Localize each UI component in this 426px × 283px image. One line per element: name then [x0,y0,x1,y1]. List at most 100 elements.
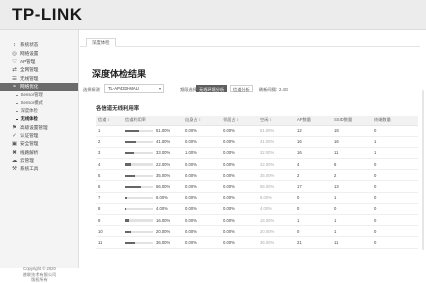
sidebar-item-behavior[interactable]: ✖ 线路解析 [0,149,78,157]
cell-utilization: 41.00% [123,136,183,147]
cell-self: 0.00% [185,139,197,145]
cell-self: 0.00% [185,239,197,245]
cell-idle: 51.00% [260,128,275,134]
cell-idle: 16.00% [260,217,275,223]
cell-neighbor: 0.00% [223,161,235,167]
sidebar-subitem[interactable]: 无线体检 [0,115,78,123]
sidebar-item-cloud[interactable]: ☁ 云管理 [0,157,78,165]
sidebar-subitem[interactable]: Sensor管理 [0,91,78,99]
utilization-bar-fill [125,129,140,133]
sidebar-item-advanced[interactable]: ⚑ 高级设置管理 [0,123,78,131]
sidebar-item-switch[interactable]: ⇄ 全网管理 [0,66,78,74]
utilization-bar-fill [125,185,141,189]
cell-idle: 41.00% [260,139,275,145]
sidebar-item-label: 高级设置管理 [20,124,48,130]
cell-self: 0.00% [185,184,197,190]
table-row: 10 20.00% 0.00% 0.00% 20.00% 0 1 0 [96,226,418,237]
cell-client-count: 0 [374,217,377,223]
cell-ap-count: 12 [297,128,302,134]
utilization-bar [125,197,153,200]
cell-self: 0.00% [185,161,197,167]
cell-channel: 3 [98,150,101,156]
cell-ssid-count: 2 [334,172,337,178]
utilization-value: 36.00% [156,239,171,245]
sensor-select-value: TL-AP433I-MAU [108,86,139,91]
sidebar-item-label: 全网管理 [20,67,39,73]
cell-channel: 9 [98,217,101,223]
filter-bar: 选择探测 TL-AP433I-MAU ▾ 频段选择 无线环境分析 信道分析 刷新… [83,84,383,94]
cell-ap-count: 21 [297,239,302,245]
table-row: 8 4.00% 0.00% 0.00% 4.00% 0 0 0 [96,203,418,215]
behavior-icon: ✖ [12,149,17,156]
utilization-value: 41.00% [156,139,171,145]
utilization-value: 6.00% [156,195,168,201]
col-idle[interactable]: 空闲 ↕ [258,116,295,126]
sidebar-item-tools[interactable]: ⚒ 系统工具 [0,165,78,173]
utilization-value: 22.00% [156,161,171,167]
scrollbar[interactable] [422,90,424,250]
tab-deep-check[interactable]: 深度体检 [86,38,116,47]
cell-ap-count: 1 [297,217,300,223]
col-utilization: 信道利用率 [123,116,183,126]
band-option-channel[interactable]: 信道分析 [230,85,253,92]
cell-ssid-count: 11 [334,239,339,245]
sensor-select[interactable]: TL-AP433I-MAU ▾ [104,84,164,93]
cell-ap-count: 16 [297,139,302,145]
cloud-icon: ☁ [11,158,18,165]
copyright: Copyright © 2020 普联技术有限公司 版权所有 [0,266,79,283]
table-row: 11 36.00% 0.00% 0.00% 36.00% 21 11 0 [96,237,418,249]
tab-bar: 深度体检 [80,36,420,47]
col-self[interactable]: 自身占 ↕ [183,116,221,126]
cell-channel: 8 [98,206,101,212]
sidebar-item-wifi[interactable]: ≈ 网络优化 [0,82,78,92]
sidebar-subitem[interactable]: Sensor模式 [0,99,78,107]
security-icon: ▣ [11,141,18,148]
col-channel[interactable]: 信道 ↕ [96,116,123,126]
utilization-value: 20.00% [156,228,171,234]
sidebar-item-security[interactable]: ▣ 安全管理 [0,140,78,148]
sidebar-item-label: 系统状态 [20,42,39,48]
sidebar-item-label: 网络设置 [20,50,39,56]
utilization-value: 56.00% [156,184,171,190]
cell-client-count: 0 [374,195,377,201]
cell-neighbor: 0.00% [223,128,235,134]
sidebar-item-network[interactable]: ◎ 网络设置 [0,49,78,57]
cell-ap-count: 0 [297,206,300,212]
cell-idle: 20.00% [260,228,275,234]
cell-utilization: 56.00% [123,181,183,192]
cell-ap-count: 17 [297,184,302,190]
sidebar-subnav: Sensor管理 Sensor模式 深度体检 无线体检 [0,91,78,123]
cell-client-count: 0 [374,184,377,190]
sidebar-item-chart[interactable]: ↕ 系统状态 [0,41,78,49]
utilization-bar-fill [125,241,136,244]
cell-idle: 32.00% [260,150,275,156]
cell-ssid-count: 18 [334,128,339,134]
col-neighbor[interactable]: 邻居占 ↕ [221,116,258,126]
cell-utilization: 6.00% [123,192,183,203]
sidebar-item-ap[interactable]: ♡ AP管理 [0,58,78,66]
cell-ssid-count: 16 [334,139,339,145]
auth-icon: ✓ [12,132,17,139]
sidebar-item-wireless[interactable]: ☰ 无线管理 [0,75,78,83]
cell-ssid-count: 1 [334,195,337,201]
band-option-env[interactable]: 无线环境分析 [196,85,228,92]
sidebar-subitem[interactable]: 深度体检 [0,107,78,115]
section-title: 各信道无线利用率 [96,106,140,112]
utilization-bar [125,219,153,222]
table-row: 6 56.00% 0.00% 0.00% 56.00% 17 13 0 [96,181,418,193]
cell-utilization: 22.00% [123,159,183,170]
cell-channel: 10 [98,228,103,234]
cell-ssid-count: 0 [334,206,337,212]
sidebar-item-auth[interactable]: ✓ 认证管理 [0,132,78,140]
table-row: 5 35.00% 0.00% 0.00% 35.00% 2 2 0 [96,170,418,181]
cell-utilization: 33.00% [123,147,183,158]
cell-self: 0.00% [185,172,197,178]
sidebar-item-label: 网络优化 [20,84,39,90]
table-row: 7 6.00% 0.00% 0.00% 6.00% 0 1 0 [96,192,418,204]
utilization-bar [125,163,153,166]
bullet-icon [16,110,18,113]
cell-ssid-count: 6 [334,161,337,167]
channel-table: 信道 ↕ 信道利用率 自身占 ↕ 邻居占 ↕ 空闲 ↕ AP数量 SSID数量 … [96,116,418,249]
utilization-bar-fill [125,219,130,222]
sidebar-nav-bottom: ⚑ 高级设置管理 ✓ 认证管理 ▣ 安全管理 ✖ 线路解析 ☁ 云管理 ⚒ 系统工具 [0,123,78,173]
